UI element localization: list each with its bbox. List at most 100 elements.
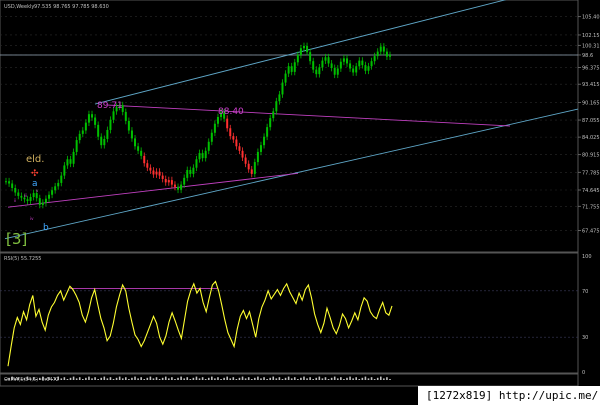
candle-body <box>229 128 232 137</box>
osma-bar <box>168 378 170 380</box>
candle-body <box>44 198 47 203</box>
candle-body <box>11 183 14 188</box>
osma-bar <box>300 377 302 380</box>
small-label-v: v <box>36 188 39 193</box>
candle-body <box>207 141 210 151</box>
candle-body <box>29 197 32 201</box>
osma-bar <box>241 376 244 380</box>
candle-body <box>232 136 235 140</box>
candle-body <box>32 193 35 198</box>
price-tick-label: 74.645 <box>582 188 600 194</box>
osma-bar <box>318 376 321 380</box>
osma-bar <box>232 377 235 380</box>
candle-body <box>355 66 358 73</box>
osma-bar <box>112 379 115 380</box>
price-tick-label: 77.785 <box>582 170 600 176</box>
candle-body <box>35 193 38 199</box>
candle-body <box>109 119 112 130</box>
candle-body <box>87 114 90 123</box>
candle-body <box>349 63 352 69</box>
candle-body <box>367 66 370 71</box>
candle-body <box>149 167 152 171</box>
osma-bar <box>327 379 330 380</box>
candle-body <box>81 130 84 134</box>
osma-bar <box>312 379 314 380</box>
candle-body <box>17 192 20 196</box>
osma-bar <box>85 377 87 380</box>
osma-bar <box>195 376 198 380</box>
price-tick-label: 67.475 <box>582 228 600 234</box>
osma-bar <box>364 376 367 380</box>
osma-bar <box>309 377 311 380</box>
osma-bar <box>143 379 146 380</box>
osma-bar <box>149 376 152 380</box>
upper-channel-line <box>94 0 507 105</box>
candle-body <box>250 169 253 174</box>
osma-bar <box>118 376 121 380</box>
candle-body <box>352 68 355 73</box>
osma-bar <box>207 377 210 380</box>
rsi-grid <box>0 288 578 338</box>
candle-body <box>201 153 204 159</box>
osma-bar <box>109 377 112 380</box>
osma-panel-label: OsMA(5,34,5) -0.6472 <box>4 377 59 383</box>
candle-body <box>161 175 164 179</box>
osma-bar <box>137 378 139 380</box>
candle-body <box>63 165 66 176</box>
candle-body <box>290 66 293 72</box>
candle-body <box>180 184 183 190</box>
candle-body <box>195 159 198 168</box>
rsi-panel-label: RSI(5) 55.7255 <box>4 256 41 262</box>
candle-body <box>315 69 318 75</box>
candle-body <box>287 66 290 74</box>
candle-body <box>379 46 382 52</box>
candle-body <box>158 171 161 176</box>
rsi-panel-border <box>0 252 579 374</box>
osma-bar <box>269 377 271 380</box>
candle-body <box>167 180 170 183</box>
candle-body <box>94 117 97 125</box>
candle-body <box>57 182 60 187</box>
osma-bar <box>106 378 109 380</box>
watermark: [1272x819] http://upic.me/ <box>418 386 600 405</box>
eld-label: eld. <box>26 154 44 165</box>
symbol-label: USD,Weekly <box>4 4 34 10</box>
chart-canvas: USD,Weekly 97.535 98.765 97.785 98.630 1… <box>0 0 600 387</box>
osma-bar <box>287 376 290 380</box>
osma-bar <box>91 378 93 380</box>
wave-count-label: [3] <box>6 230 27 248</box>
price-tick-label: 80.915 <box>582 153 600 159</box>
candle-body <box>216 116 219 124</box>
candle-body <box>66 159 69 166</box>
osma-bar <box>290 378 293 380</box>
osma-bar <box>158 379 161 380</box>
candle-body <box>155 171 158 175</box>
osma-bar <box>340 377 342 380</box>
price-tick-label: 105.40 <box>582 15 600 21</box>
osma-bar <box>278 377 281 380</box>
candle-body <box>192 167 195 174</box>
candle-body <box>327 57 330 64</box>
candle-body <box>173 184 176 187</box>
osma-bar <box>293 377 296 380</box>
candle-body <box>389 54 391 57</box>
candle-body <box>60 175 63 183</box>
osma-bar <box>272 376 275 380</box>
osma-bars <box>5 376 391 380</box>
candle-body <box>281 82 284 95</box>
candle-body <box>112 111 115 120</box>
candle-body <box>278 94 281 102</box>
osma-bar <box>247 377 250 380</box>
candle-body <box>263 136 266 146</box>
osma-bar <box>155 377 158 380</box>
candle-body <box>124 111 127 121</box>
candle-body <box>342 58 345 62</box>
osma-bar <box>263 377 265 380</box>
osma-bar <box>257 376 259 380</box>
osma-bar <box>128 379 130 380</box>
candle-body <box>183 177 186 185</box>
cross-icon: ✣ <box>31 169 39 179</box>
candle-body <box>385 51 388 57</box>
price-tick-label: 100.31 <box>582 43 600 49</box>
candle-body <box>318 67 321 75</box>
